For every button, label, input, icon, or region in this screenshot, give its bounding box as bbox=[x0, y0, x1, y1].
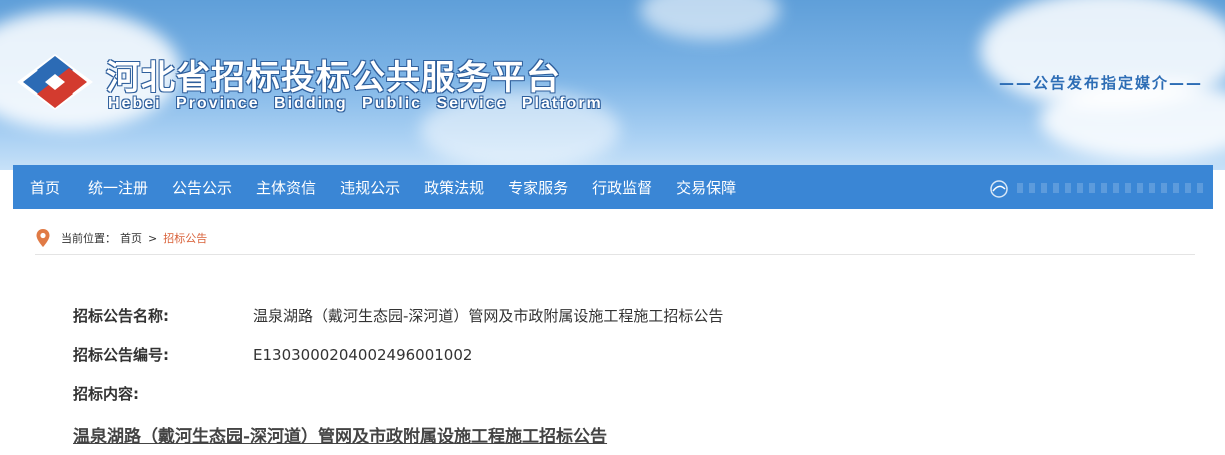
breadcrumb: 当前位置： 首页 > 招标公告 bbox=[35, 227, 207, 249]
nav-decoration bbox=[1017, 183, 1207, 193]
nav-item-announcements[interactable]: 公告公示 bbox=[172, 177, 232, 198]
nav-item-credit[interactable]: 主体资信 bbox=[256, 177, 316, 198]
nav-item-supervision[interactable]: 行政监督 bbox=[592, 177, 652, 198]
notice-name-value: 温泉湖路（戴河生态园-深河道）管网及市政附属设施工程施工招标公告 bbox=[253, 307, 724, 325]
notice-name-row: 招标公告名称: 温泉湖路（戴河生态园-深河道）管网及市政附属设施工程施工招标公告 bbox=[73, 305, 723, 326]
breadcrumb-separator: > bbox=[148, 231, 158, 245]
notice-code-label: 招标公告编号: bbox=[73, 346, 169, 364]
notice-content-label: 招标内容: bbox=[73, 385, 139, 403]
notice-content-row: 招标内容: bbox=[73, 383, 253, 404]
nav-item-home[interactable]: 首页 bbox=[30, 177, 60, 198]
swirl-icon bbox=[990, 180, 1008, 198]
breadcrumb-divider bbox=[35, 254, 1195, 255]
header-banner: 河北省招标投标公共服务平台 Hebei Province Bidding Pub… bbox=[0, 0, 1225, 170]
notice-code-value: E1303000204002496001002 bbox=[253, 346, 473, 364]
notice-content-title[interactable]: 温泉湖路（戴河生态园-深河道）管网及市政附属设施工程施工招标公告 bbox=[73, 422, 607, 447]
nav-item-violations[interactable]: 违规公示 bbox=[340, 177, 400, 198]
nav-item-experts[interactable]: 专家服务 bbox=[508, 177, 568, 198]
nav-item-register[interactable]: 统一注册 bbox=[88, 177, 148, 198]
site-title-cn: 河北省招标投标公共服务平台 bbox=[106, 58, 561, 98]
header-slogan: ——公告发布指定媒介—— bbox=[998, 74, 1203, 92]
breadcrumb-home[interactable]: 首页 bbox=[120, 230, 142, 246]
nav-item-policy[interactable]: 政策法规 bbox=[424, 177, 484, 198]
notice-name-label: 招标公告名称: bbox=[73, 307, 169, 325]
breadcrumb-prefix: 当前位置： bbox=[61, 232, 116, 245]
nav-item-guarantee[interactable]: 交易保障 bbox=[676, 177, 736, 198]
main-nav: 首页 统一注册 公告公示 主体资信 违规公示 政策法规 专家服务 行政监督 交易… bbox=[13, 165, 1213, 209]
site-title-en: Hebei Province Bidding Public Service Pl… bbox=[108, 95, 603, 112]
hebei-logo-icon bbox=[17, 54, 93, 110]
location-pin-icon bbox=[36, 229, 50, 247]
notice-code-row: 招标公告编号: E1303000204002496001002 bbox=[73, 344, 472, 365]
main-content: 当前位置： 首页 > 招标公告 招标公告名称: 温泉湖路（戴河生态园-深河道）管网… bbox=[13, 209, 1213, 455]
breadcrumb-current[interactable]: 招标公告 bbox=[163, 230, 207, 246]
